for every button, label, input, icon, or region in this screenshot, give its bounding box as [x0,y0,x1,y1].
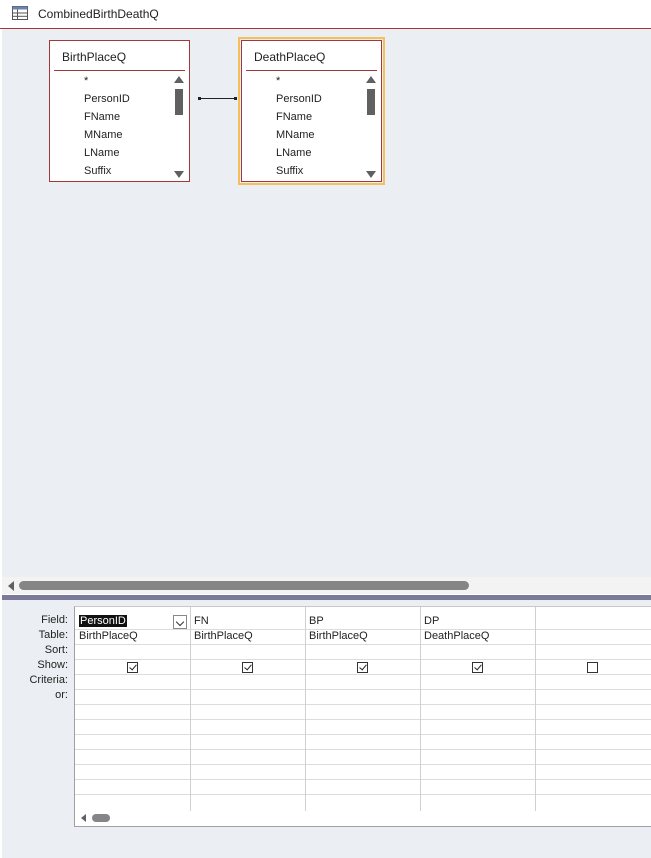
show-checkbox[interactable] [242,662,253,673]
vertical-scrollbar[interactable] [173,74,185,180]
scroll-left-icon[interactable] [8,581,14,591]
field-item[interactable]: LName [50,144,170,162]
table-name: DeathPlaceQ [254,50,326,64]
grid-line [190,607,191,812]
row-label-or: or: [55,689,68,701]
grid-line [75,674,651,675]
grid-line [75,779,651,780]
grid-line [75,689,651,690]
field-cell[interactable]: PersonID [79,614,127,629]
field-item[interactable]: FName [242,108,362,126]
show-checkbox[interactable] [587,662,598,673]
field-item[interactable]: * [50,72,170,90]
grid-horizontal-scrollbar[interactable] [74,811,651,827]
row-label-show: Show: [37,659,68,671]
grid-line [75,644,651,645]
show-checkbox[interactable] [357,662,368,673]
grid-line [75,719,651,720]
show-checkbox[interactable] [472,662,483,673]
grid-line [305,607,306,812]
table-box-deathplaceq[interactable]: DeathPlaceQ * PersonID FName MName LName… [238,37,385,185]
row-label-field: Field: [41,614,68,626]
design-grid[interactable]: PersonID BirthPlaceQ FN BirthPlaceQ BP B… [74,606,651,812]
scroll-thumb[interactable] [367,89,375,115]
field-item[interactable]: FName [50,108,170,126]
field-item[interactable]: * [242,72,362,90]
grid-line [75,704,651,705]
field-list: * PersonID FName MName LName Suffix [50,72,170,180]
field-item[interactable]: MName [50,126,170,144]
grid-line [535,607,536,812]
grid-line [75,659,651,660]
table-cell[interactable]: BirthPlaceQ [309,629,368,644]
table-header[interactable]: BirthPlaceQ [54,41,185,71]
scroll-down-icon[interactable] [174,171,184,178]
field-item[interactable]: LName [242,144,362,162]
row-label-criteria: Criteria: [29,674,68,686]
query-icon [12,6,28,20]
scroll-left-icon[interactable] [81,814,86,822]
field-item[interactable]: MName [242,126,362,144]
row-labels: Field: Table: Sort: Show: Criteria: or: [2,613,68,703]
grid-line [75,749,651,750]
field-item[interactable]: PersonID [242,90,362,108]
table-cell[interactable]: DeathPlaceQ [424,629,489,644]
scroll-down-icon[interactable] [366,171,376,178]
row-label-sort: Sort: [44,644,68,656]
field-list: * PersonID FName MName LName Suffix [242,72,362,180]
field-cell[interactable]: DP [424,614,439,629]
query-design-pane[interactable]: BirthPlaceQ * PersonID FName MName LName… [2,29,651,577]
field-cell[interactable]: BP [309,614,324,629]
table-cell[interactable]: BirthPlaceQ [79,629,138,644]
grid-line [75,764,651,765]
field-item[interactable]: Suffix [242,162,362,180]
grid-line [75,794,651,795]
show-checkbox[interactable] [127,662,138,673]
design-grid-pane: Field: Table: Sort: Show: Criteria: or: … [2,600,651,858]
scroll-thumb[interactable] [19,581,469,590]
grid-line [420,607,421,812]
table-box-birthplaceq[interactable]: BirthPlaceQ * PersonID FName MName LName… [49,40,190,182]
table-header[interactable]: DeathPlaceQ [246,41,377,71]
grid-line [75,734,651,735]
vertical-scrollbar[interactable] [365,74,377,180]
scroll-thumb[interactable] [175,89,183,115]
scroll-thumb[interactable] [92,814,110,822]
row-label-table: Table: [38,629,68,641]
scroll-up-icon[interactable] [174,76,184,83]
design-horizontal-scrollbar[interactable] [2,577,651,594]
table-cell[interactable]: BirthPlaceQ [194,629,253,644]
field-item[interactable]: Suffix [50,162,170,180]
table-name: BirthPlaceQ [62,50,127,64]
field-item[interactable]: PersonID [50,90,170,108]
scroll-up-icon[interactable] [366,76,376,83]
field-cell[interactable]: FN [194,614,209,629]
join-line[interactable] [198,97,237,100]
chevron-down-icon[interactable] [173,615,187,629]
selected-field-text: PersonID [79,615,127,627]
document-tab[interactable]: CombinedBirthDeathQ [0,0,651,29]
document-title: CombinedBirthDeathQ [38,7,159,21]
